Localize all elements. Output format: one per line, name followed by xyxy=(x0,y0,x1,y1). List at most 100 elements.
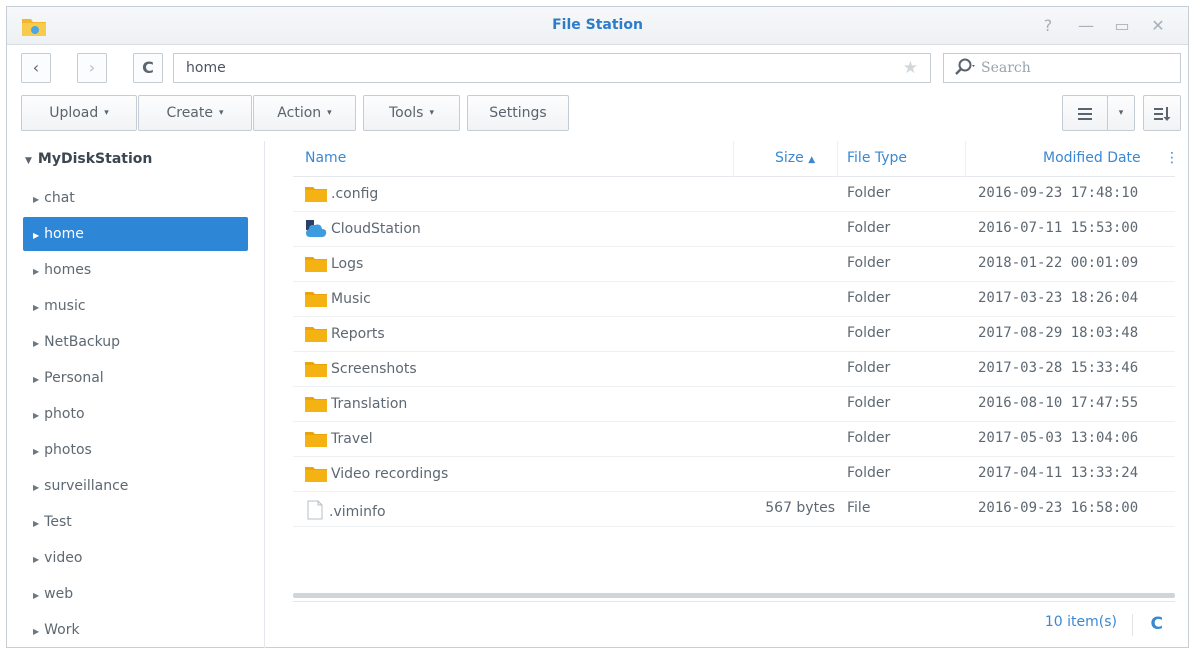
refresh-button[interactable]: C xyxy=(133,53,163,83)
chevron-down-icon: ▾ xyxy=(327,108,332,118)
tree-item-work[interactable]: ▶ Work xyxy=(23,613,248,647)
file-icon xyxy=(305,500,325,524)
search-input[interactable]: Search xyxy=(943,53,1181,83)
folder-icon xyxy=(305,325,327,346)
list-view-button[interactable] xyxy=(1062,95,1108,131)
column-size-label: Size xyxy=(775,150,804,166)
table-row[interactable]: Video recordings Folder 2017-04-11 13:33:2… xyxy=(293,457,1175,492)
file-type-cell: Folder xyxy=(847,325,891,341)
modified-date-cell: 2017-05-03 13:04:06 xyxy=(978,430,1139,446)
view-dropdown-button[interactable]: ▾ xyxy=(1107,95,1135,131)
back-button[interactable]: ‹ xyxy=(21,53,51,83)
path-input[interactable]: home ★ xyxy=(173,53,931,83)
column-file-type[interactable]: File Type xyxy=(847,150,907,166)
tree-root[interactable]: ▼ MyDiskStation xyxy=(25,151,152,167)
settings-button[interactable]: Settings xyxy=(467,95,569,131)
action-label: Action xyxy=(277,105,322,121)
file-type-cell: Folder xyxy=(847,220,891,236)
file-name: .config xyxy=(331,186,379,202)
search-icon xyxy=(955,58,975,75)
column-name[interactable]: Name xyxy=(305,150,346,166)
column-size[interactable]: Size ▲ xyxy=(775,150,815,166)
table-row[interactable]: Reports Folder 2017-08-29 18:03:48 xyxy=(293,317,1175,352)
table-row[interactable]: Logs Folder 2018-01-22 00:01:09 xyxy=(293,247,1175,282)
modified-date-cell: 2016-09-23 16:58:00 xyxy=(978,500,1139,516)
tree-item-label: photo xyxy=(44,406,85,422)
file-type-cell: Folder xyxy=(847,185,891,201)
table-row[interactable]: Translation Folder 2016-08-10 17:47:55 xyxy=(293,387,1175,422)
tree-item-label: music xyxy=(44,298,86,314)
collapsed-arrow-icon: ▶ xyxy=(33,195,40,204)
minimize-icon[interactable]: — xyxy=(1075,15,1097,37)
file-type-cell: Folder xyxy=(847,430,891,446)
sort-button[interactable] xyxy=(1143,95,1181,131)
search-placeholder: Search xyxy=(981,60,1031,76)
file-station-window: File Station ? — ▭ ✕ ‹ › C home ★ Search… xyxy=(6,6,1189,648)
column-menu-icon[interactable]: ⋮ xyxy=(1165,150,1179,166)
folder-tree: ▼ MyDiskStation ▶ chat ▶ home ▶ homes ▶ music… xyxy=(7,141,265,648)
file-name-cell: Logs xyxy=(305,255,363,276)
tree-item-home[interactable]: ▶ home xyxy=(23,217,248,251)
close-icon[interactable]: ✕ xyxy=(1147,15,1169,37)
horizontal-scrollbar[interactable] xyxy=(293,593,1175,598)
table-row[interactable]: Travel Folder 2017-05-03 13:04:06 xyxy=(293,422,1175,457)
tree-item-photo[interactable]: ▶ photo xyxy=(23,397,248,431)
column-divider xyxy=(733,141,734,177)
folder-icon xyxy=(305,255,327,276)
modified-date-cell: 2016-07-11 15:53:00 xyxy=(978,220,1139,236)
tree-item-label: NetBackup xyxy=(44,334,121,350)
favorite-star-icon[interactable]: ★ xyxy=(903,58,918,78)
file-name-cell: Screenshots xyxy=(305,360,417,381)
column-divider xyxy=(837,141,838,177)
sort-ascending-icon: ▲ xyxy=(808,155,816,165)
modified-date-cell: 2018-01-22 00:01:09 xyxy=(978,255,1139,271)
file-size-cell: 567 bytes xyxy=(765,500,835,516)
expanded-arrow-icon: ▼ xyxy=(25,156,32,166)
table-row[interactable]: .viminfo 567 bytes File 2016-09-23 16:58:00 xyxy=(293,492,1175,527)
tree-item-music[interactable]: ▶ music xyxy=(23,289,248,323)
create-label: Create xyxy=(166,105,213,121)
tree-item-chat[interactable]: ▶ chat xyxy=(23,181,248,215)
upload-button[interactable]: Upload ▾ xyxy=(21,95,137,131)
create-button[interactable]: Create ▾ xyxy=(138,95,252,131)
file-type-cell: Folder xyxy=(847,290,891,306)
forward-button[interactable]: › xyxy=(77,53,107,83)
folder-icon xyxy=(305,185,327,206)
toolbar: Upload ▾ Create ▾ Action ▾ Tools ▾ Settings … xyxy=(7,91,1188,141)
sort-icon xyxy=(1154,107,1171,121)
tree-item-netbackup[interactable]: ▶ NetBackup xyxy=(23,325,248,359)
tree-item-photos[interactable]: ▶ photos xyxy=(23,433,248,467)
file-list-header: Name Size ▲ File Type Modified Date ⋮ xyxy=(293,141,1179,177)
column-modified-date[interactable]: Modified Date xyxy=(1043,150,1141,166)
action-button[interactable]: Action ▾ xyxy=(253,95,356,131)
collapsed-arrow-icon: ▶ xyxy=(33,267,40,276)
collapsed-arrow-icon: ▶ xyxy=(33,555,40,564)
tree-item-video[interactable]: ▶ video xyxy=(23,541,248,575)
tree-item-surveillance[interactable]: ▶ surveillance xyxy=(23,469,248,503)
maximize-icon[interactable]: ▭ xyxy=(1111,15,1133,37)
tree-item-homes[interactable]: ▶ homes xyxy=(23,253,248,287)
tree-item-test[interactable]: ▶ Test xyxy=(23,505,248,539)
refresh-icon[interactable]: C xyxy=(1151,614,1163,634)
modified-date-cell: 2017-08-29 18:03:48 xyxy=(978,325,1139,341)
modified-date-cell: 2017-03-28 15:33:46 xyxy=(978,360,1139,376)
tree-item-label: homes xyxy=(44,262,92,278)
title-bar: File Station ? — ▭ ✕ xyxy=(7,7,1188,45)
tree-item-web[interactable]: ▶ web xyxy=(23,577,248,611)
tree-item-personal[interactable]: ▶ Personal xyxy=(23,361,248,395)
chevron-down-icon: ▾ xyxy=(429,108,435,118)
table-row[interactable]: Screenshots Folder 2017-03-28 15:33:46 xyxy=(293,352,1175,387)
table-row[interactable]: Music Folder 2017-03-23 18:26:04 xyxy=(293,282,1175,317)
collapsed-arrow-icon: ▶ xyxy=(33,627,40,636)
table-row[interactable]: .config Folder 2016-09-23 17:48:10 xyxy=(293,177,1175,212)
folder-icon xyxy=(305,395,327,416)
file-name-cell: CloudStation xyxy=(305,220,421,241)
tools-button[interactable]: Tools ▾ xyxy=(363,95,460,131)
file-name: .viminfo xyxy=(329,504,386,520)
file-name: Music xyxy=(331,291,371,307)
help-icon[interactable]: ? xyxy=(1037,15,1059,37)
folder-icon xyxy=(305,360,327,381)
file-name-cell: .config xyxy=(305,185,378,206)
table-row[interactable]: CloudStation Folder 2016-07-11 15:53:00 xyxy=(293,212,1175,247)
file-name: Translation xyxy=(331,396,408,412)
